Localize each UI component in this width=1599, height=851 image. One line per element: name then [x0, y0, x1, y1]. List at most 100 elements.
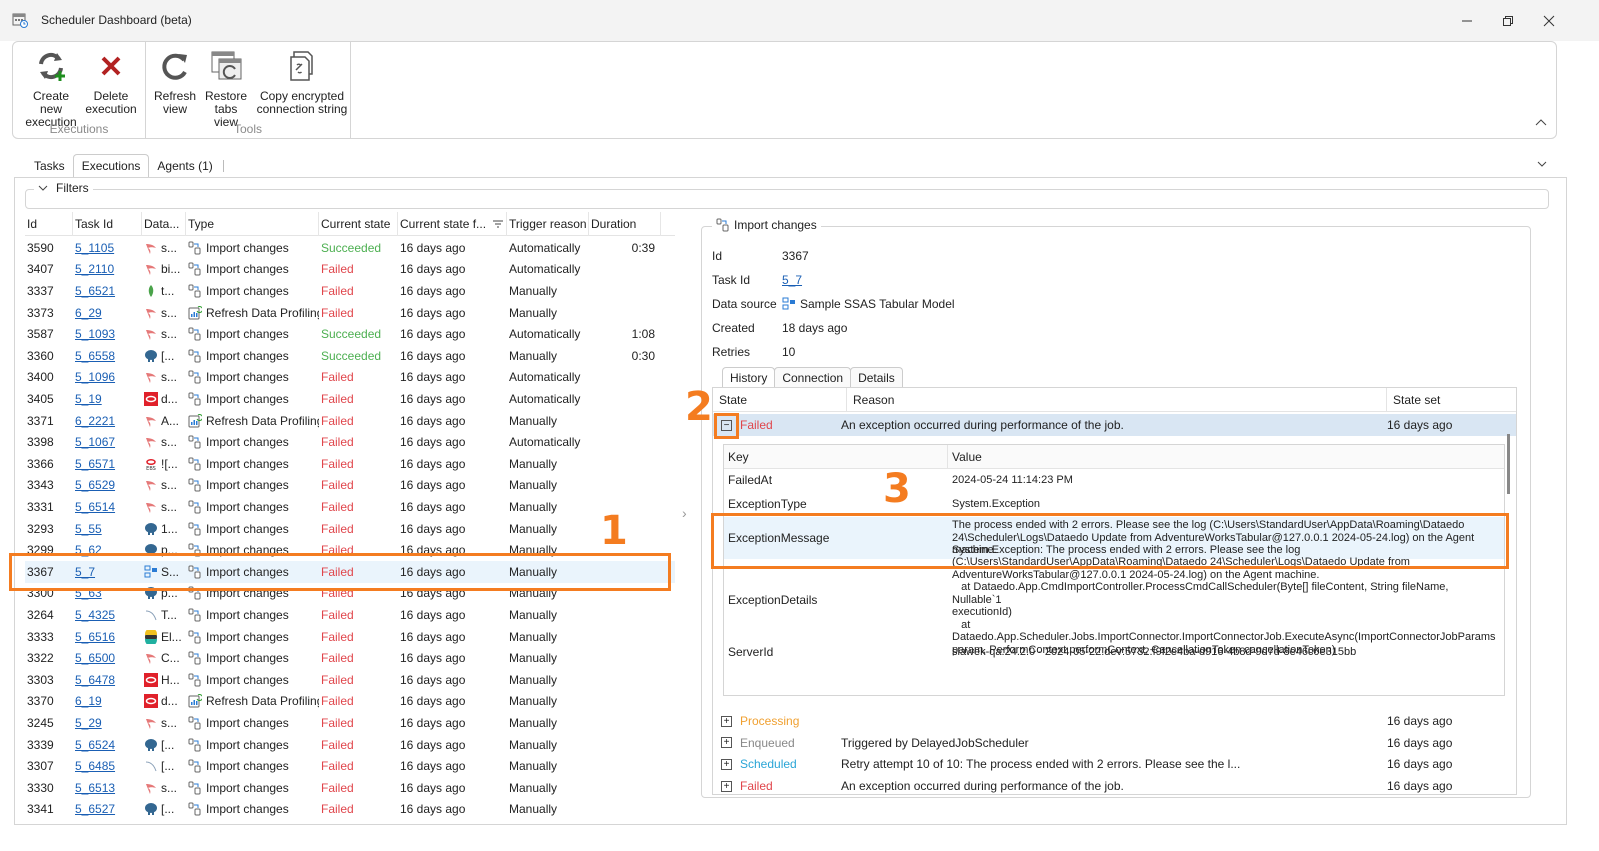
task-id-link[interactable]: 5_6558 [75, 349, 115, 363]
column-header-current-state[interactable]: Current state [319, 212, 398, 236]
column-header-trigger-reason[interactable]: Trigger reason [507, 212, 589, 236]
refresh-view-button[interactable]: Refresh view [154, 48, 196, 116]
grid-row[interactable]: 3337 5_6521 t... Import changes Failed 16 day… [25, 280, 675, 302]
history-row[interactable]: + Scheduled Retry attempt 10 of 10: The pr… [713, 753, 1516, 775]
tab-connection[interactable]: Connection [774, 367, 852, 387]
history-column-state[interactable]: State [713, 388, 847, 412]
task-id-link[interactable]: 5_2110 [75, 262, 114, 276]
task-id-link[interactable]: 5_1096 [75, 370, 115, 384]
task-id-link[interactable]: 5_63 [75, 586, 102, 600]
grid-row[interactable]: 3341 5_6527 [... Import changes Failed 16 day… [25, 799, 675, 821]
grid-row[interactable]: 3373 6_29 s... Refresh Data Profiling Failed… [25, 302, 675, 324]
minimize-button[interactable] [1452, 8, 1482, 34]
splitter-chevron-right-icon[interactable]: › [682, 505, 687, 521]
grid-row[interactable]: 3343 5_6529 s... Import changes Failed 16 day… [25, 475, 675, 497]
grid-row-selected[interactable]: 3367 5_7 S... Import changes Failed 16 days a… [25, 561, 675, 583]
history-column-state-set[interactable]: State set [1387, 388, 1516, 412]
task-id-link[interactable]: 5_55 [75, 522, 102, 536]
grid-row[interactable]: 3366 5_6571 EBS ![... Import changes Failed 16… [25, 453, 675, 475]
task-id-link[interactable]: 5_6513 [75, 781, 115, 795]
grid-row[interactable]: 3264 5_4325 T... Import changes Failed 16 day… [25, 604, 675, 626]
task-id-link[interactable]: 5_6485 [75, 759, 115, 773]
tab-executions[interactable]: Executions [72, 154, 150, 178]
close-button[interactable] [1534, 8, 1564, 34]
grid-row[interactable]: 3307 5_6485 [... Import changes Failed 16 day… [25, 755, 675, 777]
tabs-dropdown-chevron-down-icon[interactable] [1535, 157, 1549, 171]
create-new-execution-button[interactable]: Create new execution [21, 48, 81, 129]
restore-tabs-view-button[interactable]: Restore tabs view [201, 48, 251, 129]
grid-row[interactable]: 3333 5_6516 El... Import changes Failed 16 da… [25, 626, 675, 648]
grid-row[interactable]: 3339 5_6524 [... Import changes Failed 16 day… [25, 734, 675, 756]
kv-row[interactable]: ServerId slawek-qa:24.2.0 - 2024-05-22.de… [724, 641, 1504, 663]
grid-row[interactable]: 3303 5_6478 H... Import changes Failed 16 day… [25, 669, 675, 691]
task-id-link[interactable]: 6_19 [75, 694, 102, 708]
task-id-link[interactable]: 5_4325 [75, 608, 115, 622]
task-id-link[interactable]: 5_6524 [75, 738, 115, 752]
grid-row[interactable]: 3370 6_19 d... Refresh Data Profiling Failed… [25, 691, 675, 713]
grid-row[interactable]: 3398 5_1067 s... Import changes Failed 16 day… [25, 431, 675, 453]
column-header-type[interactable]: Type [186, 212, 319, 236]
grid-row[interactable]: 3330 5_6513 s... Import changes Failed 16 day… [25, 777, 675, 799]
expand-toggle-icon[interactable]: + [721, 780, 732, 792]
expand-toggle-icon[interactable]: + [721, 758, 732, 770]
grid-row[interactable]: 3293 5_55 1... Import changes Failed 16 days … [25, 518, 675, 540]
tab-details[interactable]: Details [850, 367, 903, 387]
column-header-task-id[interactable]: Task Id [73, 212, 142, 236]
task-id-link[interactable]: 5_7 [75, 565, 95, 579]
tab-history[interactable]: History [722, 367, 776, 388]
history-row-expanded[interactable]: − Failed An exception occurred during per… [713, 414, 1516, 436]
tab-tasks[interactable]: Tasks [26, 155, 73, 178]
delete-execution-button[interactable]: Delete execution [85, 48, 137, 116]
task-id-link[interactable]: 5_6529 [75, 478, 115, 492]
task-id-link[interactable]: 5_19 [75, 392, 102, 406]
grid-row[interactable]: 3322 5_6500 C... Import changes Failed 16 day… [25, 647, 675, 669]
grid-row[interactable]: 3300 5_63 p... Import changes Failed 16 days … [25, 583, 675, 605]
copy-encrypted-connection-string-button[interactable]: Copy encrypted connection string [256, 48, 348, 116]
task-id-link[interactable]: 5_6521 [75, 284, 115, 298]
grid-row[interactable]: 3590 5_1105 s... Import changes Succeeded 16 … [25, 237, 675, 259]
tab-agents[interactable]: Agents (1) [149, 155, 220, 178]
task-id-link[interactable]: 6_2221 [75, 414, 115, 428]
task-id-link[interactable]: 5_1105 [75, 241, 114, 255]
grid-row[interactable]: 3299 5_62 p... Import changes Failed 16 days … [25, 539, 675, 561]
history-scrollbar[interactable] [1507, 434, 1510, 494]
history-row[interactable]: + Enqueued Triggered by DelayedJobSchedule… [713, 732, 1516, 754]
task-id-link[interactable]: 5_6478 [75, 673, 115, 687]
restore-button[interactable] [1493, 8, 1523, 34]
task-id-link[interactable]: 5_6514 [75, 500, 115, 514]
history-column-reason[interactable]: Reason [847, 388, 1387, 412]
task-id-link[interactable]: 5_1067 [75, 435, 115, 449]
column-header-duration[interactable]: Duration [589, 212, 661, 236]
grid-row[interactable]: 3400 5_1096 s... Import changes Failed 16 day… [25, 367, 675, 389]
grid-row[interactable]: 3331 5_6514 s... Import changes Failed 16 day… [25, 496, 675, 518]
grid-row[interactable]: 3587 5_1093 s... Import changes Succeeded 16 … [25, 323, 675, 345]
task-id-link[interactable]: 5_6500 [75, 651, 115, 665]
history-row[interactable]: + Failed An exception occurred during perf… [713, 775, 1516, 794]
task-id-link[interactable]: 6_29 [75, 306, 102, 320]
expand-toggle-icon[interactable]: + [721, 715, 732, 727]
column-header-current-state-from[interactable]: Current state f... [398, 212, 507, 236]
kv-row[interactable]: ExceptionDetails System.Exception: The pr… [724, 544, 1504, 656]
history-row[interactable]: + Processing 16 days ago [713, 710, 1516, 732]
expand-toggle-icon[interactable]: + [721, 737, 732, 749]
task-id-link[interactable]: 5_29 [75, 716, 102, 730]
collapse-ribbon-chevron-up-icon[interactable] [1534, 116, 1548, 130]
collapse-toggle-icon[interactable]: − [721, 419, 732, 431]
task-id-link[interactable]: 5_1093 [75, 327, 115, 341]
grid-row[interactable]: 3407 5_2110 bi... Import changes Failed 16 da… [25, 259, 675, 281]
column-header-data-source[interactable]: Data... [142, 212, 186, 236]
task-id-link[interactable]: 5_6571 [75, 457, 115, 471]
grid-row[interactable]: 3405 5_19 d... Import changes Failed 16 days … [25, 388, 675, 410]
filter-icon[interactable] [492, 219, 504, 229]
task-id-link[interactable]: 5_6527 [75, 802, 115, 816]
column-header-id[interactable]: Id [25, 212, 73, 236]
task-id-link[interactable]: 5_6516 [75, 630, 115, 644]
kv-row[interactable]: FailedAt 2024-05-24 11:14:23 PM [724, 469, 1504, 491]
grid-row[interactable]: 3371 6_2221 A... Refresh Data Profiling Fail… [25, 410, 675, 432]
kv-row[interactable]: ExceptionType System.Exception [724, 493, 1504, 515]
filters-toggle[interactable]: Filters [34, 181, 93, 195]
task-id-link[interactable]: 5_62 [75, 543, 102, 557]
grid-row[interactable]: 3245 5_29 s... Import changes Failed 16 days … [25, 712, 675, 734]
grid-row[interactable]: 3360 5_6558 [... Import changes Succeeded 16 … [25, 345, 675, 367]
field-task-id-link[interactable]: 5_7 [782, 273, 802, 287]
